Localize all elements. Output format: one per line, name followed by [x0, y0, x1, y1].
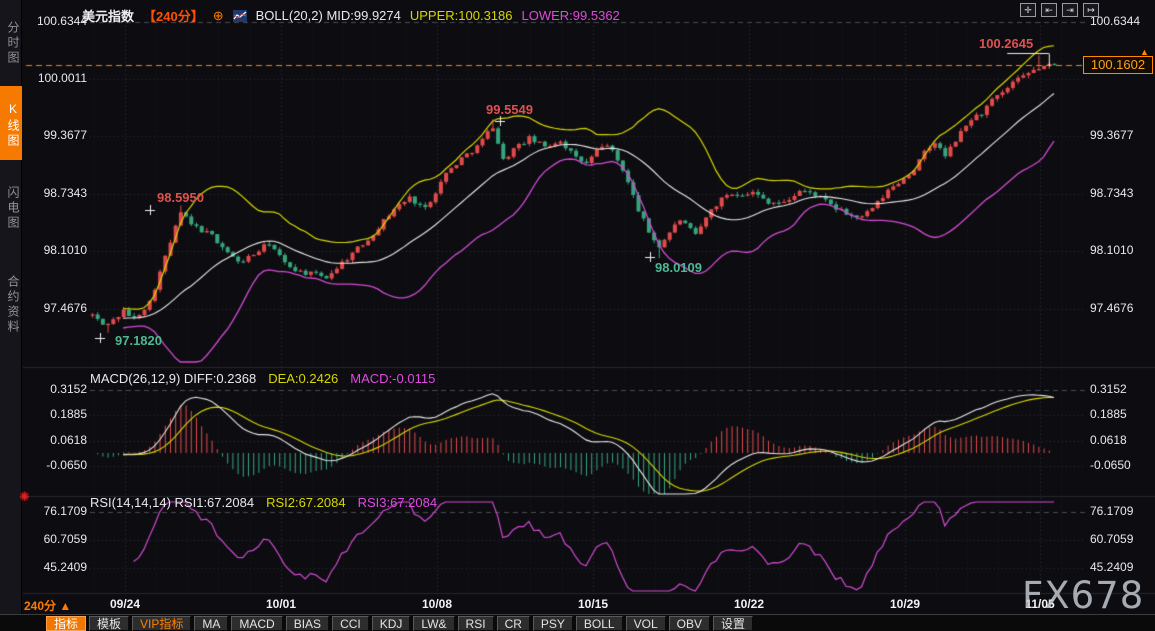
- date-tick: 10/22: [734, 597, 764, 611]
- price-up-arrow-icon: ▲: [1140, 47, 1149, 57]
- compare-icon[interactable]: ⊕: [213, 8, 224, 24]
- sidebar-item-flash[interactable]: 闪电图: [0, 170, 22, 242]
- tab-vip-indicators[interactable]: VIP指标: [132, 616, 191, 631]
- macd-diff-value: MACD(26,12,9) DIFF:0.2368: [90, 371, 256, 386]
- swing-high-label: 99.5549: [486, 102, 533, 117]
- alert-icon[interactable]: ✺: [19, 489, 30, 505]
- chart-header: 美元指数 【240分】 ⊕ BOLL(20,2) MID:99.9274 UPP…: [82, 6, 620, 25]
- indicator-bias-button[interactable]: BIAS: [286, 616, 329, 631]
- macd-axis-label: -0.0650: [1090, 458, 1131, 472]
- swing-high-label: 98.5950: [157, 190, 204, 205]
- crosshair-icon[interactable]: ✛: [1020, 3, 1036, 17]
- rsi-axis-label: 76.1709: [24, 504, 87, 518]
- sidebar-item-contract-info[interactable]: 合约资料: [0, 254, 22, 352]
- zoom-x-in-icon[interactable]: ⇥: [1062, 3, 1078, 17]
- date-tick: 10/08: [422, 597, 452, 611]
- indicator-macd-button[interactable]: MACD: [231, 616, 282, 631]
- chart-window: 分时图 K线图 闪电图 合约资料 ✺ 美元指数 【240分】 ⊕ BOLL(20…: [0, 0, 1155, 631]
- rsi-axis-label: 76.1709: [1090, 504, 1133, 518]
- rsi-header: RSI(14,14,14) RSI1:67.2084 RSI2:67.2084 …: [90, 495, 437, 510]
- fx678-watermark: FX678: [1022, 574, 1144, 617]
- boll-mid-value: BOLL(20,2) MID:99.9274: [256, 8, 401, 23]
- swing-high-label: 100.2645: [979, 36, 1033, 51]
- rsi1-value: RSI(14,14,14) RSI1:67.2084: [90, 495, 254, 510]
- indicator-lwr-button[interactable]: LW&: [413, 616, 454, 631]
- date-tick: 09/24: [110, 597, 140, 611]
- tab-templates[interactable]: 模板: [89, 616, 129, 631]
- main-axis-label: 98.7343: [24, 186, 87, 200]
- indicator-cci-button[interactable]: CCI: [332, 616, 369, 631]
- main-axis-label: 97.4676: [24, 301, 87, 315]
- swing-low-label: 97.1820: [115, 333, 162, 348]
- rsi-axis-label: 45.2409: [24, 560, 87, 574]
- sidebar-item-timeshare[interactable]: 分时图: [0, 6, 22, 76]
- symbol-name: 美元指数: [82, 6, 134, 25]
- main-axis-label: 98.7343: [1090, 186, 1133, 200]
- main-axis-label: 98.1010: [24, 243, 87, 257]
- rsi-axis-label: 60.7059: [24, 532, 87, 546]
- main-axis-label: 99.3677: [24, 128, 87, 142]
- rsi-axis-label: 45.2409: [1090, 560, 1133, 574]
- last-price-box: 100.1602: [1083, 56, 1153, 74]
- period-tag: 【240分】: [143, 6, 204, 25]
- indicator-toolbar: 指标 模板 VIP指标 MA MACD BIAS CCI KDJ LW& RSI…: [0, 614, 1155, 631]
- main-axis-label: 98.1010: [1090, 243, 1133, 257]
- main-axis-label: 97.4676: [1090, 301, 1133, 315]
- macd-dea-value: DEA:0.2426: [268, 371, 338, 386]
- macd-axis-label: 0.0618: [1090, 433, 1127, 447]
- timeframe-selector[interactable]: 240分 ▲: [24, 597, 71, 614]
- goto-latest-icon[interactable]: ↦: [1083, 3, 1099, 17]
- indicator-kdj-button[interactable]: KDJ: [372, 616, 411, 631]
- date-tick: 10/15: [578, 597, 608, 611]
- date-tick: 10/29: [890, 597, 920, 611]
- rsi2-value: RSI2:67.2084: [266, 495, 346, 510]
- indicator-cr-button[interactable]: CR: [497, 616, 530, 631]
- macd-axis-label: 0.1885: [1090, 407, 1127, 421]
- indicator-vol-button[interactable]: VOL: [626, 616, 666, 631]
- boll-upper-value: UPPER:100.3186: [410, 8, 513, 23]
- sidebar-item-kline[interactable]: K线图: [0, 86, 22, 160]
- indicator-boll-button[interactable]: BOLL: [576, 616, 623, 631]
- tab-indicators[interactable]: 指标: [46, 616, 86, 631]
- main-axis-label: 100.6344: [24, 14, 87, 28]
- rsi-axis-label: 60.7059: [1090, 532, 1133, 546]
- chart-type-icon[interactable]: [233, 10, 247, 22]
- boll-lower-value: LOWER:99.5362: [522, 8, 620, 23]
- main-axis-label: 99.3677: [1090, 128, 1133, 142]
- date-tick: 10/01: [266, 597, 296, 611]
- indicator-obv-button[interactable]: OBV: [669, 616, 710, 631]
- price-chart-canvas[interactable]: [0, 0, 1155, 631]
- indicator-ma-button[interactable]: MA: [194, 616, 228, 631]
- rsi3-value: RSI3:67.2084: [358, 495, 438, 510]
- macd-hist-value: MACD:-0.0115: [350, 371, 435, 386]
- zoom-x-out-icon[interactable]: ⇤: [1041, 3, 1057, 17]
- macd-axis-label: 0.3152: [1090, 382, 1127, 396]
- macd-axis-label: 0.0618: [24, 433, 87, 447]
- indicator-psy-button[interactable]: PSY: [533, 616, 573, 631]
- chart-tools: ✛ ⇤ ⇥ ↦: [1020, 3, 1099, 17]
- main-axis-label: 100.0011: [24, 71, 87, 85]
- settings-button[interactable]: 设置: [713, 616, 753, 631]
- macd-axis-label: 0.1885: [24, 407, 87, 421]
- macd-axis-label: 0.3152: [24, 382, 87, 396]
- swing-low-label: 98.0109: [655, 260, 702, 275]
- indicator-rsi-button[interactable]: RSI: [458, 616, 494, 631]
- macd-axis-label: -0.0650: [24, 458, 87, 472]
- left-sidebar: 分时图 K线图 闪电图 合约资料: [0, 0, 22, 631]
- macd-header: MACD(26,12,9) DIFF:0.2368 DEA:0.2426 MAC…: [90, 371, 435, 386]
